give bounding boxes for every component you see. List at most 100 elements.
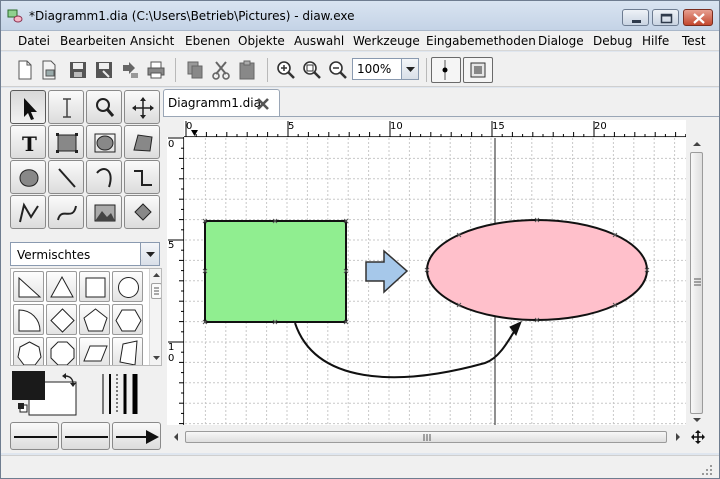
tab-diagramm1[interactable]: Diagramm1.dia	[163, 89, 280, 117]
zoom-dropdown-button[interactable]	[401, 59, 418, 79]
shape-heptagon[interactable]	[13, 337, 44, 365]
line-style-button[interactable]	[61, 422, 110, 450]
horizontal-scroll-thumb[interactable]	[185, 431, 667, 443]
paste-icon[interactable]	[236, 59, 258, 81]
beziergon-tool[interactable]	[10, 160, 46, 194]
horizontal-scrollbar[interactable]	[167, 429, 687, 445]
vertical-scrollbar[interactable]	[689, 138, 705, 425]
shape-square[interactable]	[79, 271, 110, 302]
vruler-label-10b: 0	[168, 353, 175, 364]
menu-eingabemethoden[interactable]: Eingabemethoden	[426, 34, 536, 48]
shapes-scrollbar[interactable]	[149, 269, 161, 365]
zoom-fit-icon[interactable]	[301, 59, 323, 81]
text-tool[interactable]: T	[10, 125, 46, 159]
title-bar: *Diagramm1.dia (C:\Users\Betrieb\Picture…	[1, 1, 719, 31]
shapes-scroll-thumb[interactable]	[151, 283, 161, 299]
menu-ansicht[interactable]: Ansicht	[130, 34, 174, 48]
close-tab-icon[interactable]	[256, 97, 270, 111]
line-tool[interactable]	[48, 160, 84, 194]
pointer-tool[interactable]	[10, 90, 46, 124]
end-arrow-button[interactable]	[112, 422, 161, 450]
arc-tool[interactable]	[86, 160, 122, 194]
menu-datei[interactable]: Datei	[18, 34, 50, 48]
zoom-in-icon[interactable]	[275, 59, 297, 81]
sheet-selector[interactable]: Vermischtes	[10, 242, 160, 266]
line-width-selector[interactable]	[97, 370, 147, 420]
polygon-tool[interactable]	[124, 125, 160, 159]
dia-app-icon	[7, 9, 23, 23]
text-cursor-icon	[63, 98, 71, 118]
hruler-label-20: 20	[594, 121, 607, 132]
shape-hexagon[interactable]	[112, 304, 143, 335]
color-selector[interactable]	[10, 368, 82, 420]
zoom-out-icon[interactable]	[327, 59, 349, 81]
box-tool[interactable]	[48, 125, 84, 159]
maximize-button[interactable]	[652, 9, 679, 26]
diagram-canvas[interactable]	[185, 138, 686, 425]
copy-icon[interactable]	[184, 59, 206, 81]
sheet-dropdown-button[interactable]	[140, 243, 159, 265]
snap-to-grid-button[interactable]	[431, 57, 461, 83]
cut-icon[interactable]	[210, 59, 232, 81]
hruler-label-0: 0	[186, 121, 193, 132]
green-rectangle[interactable]	[204, 220, 347, 323]
parallelogram-icon	[83, 345, 108, 362]
pink-ellipse[interactable]	[426, 219, 648, 321]
diagram-drawing[interactable]	[185, 138, 686, 425]
magnify-tool[interactable]	[86, 90, 122, 124]
menu-dialoge[interactable]: Dialoge	[538, 34, 584, 48]
scroll-left-icon[interactable]	[170, 429, 182, 445]
curved-connector[interactable]	[294, 322, 519, 379]
status-bar	[1, 455, 719, 478]
open-file-icon[interactable]	[39, 59, 61, 81]
shape-octagon[interactable]	[46, 337, 77, 365]
menu-test[interactable]: Test	[682, 34, 706, 48]
bezier-line-tool[interactable]	[48, 195, 84, 229]
scroll-tool[interactable]	[124, 90, 160, 124]
hruler-label-5: 5	[288, 121, 295, 132]
menu-ebenen[interactable]: Ebenen	[185, 34, 230, 48]
export-icon[interactable]	[119, 59, 141, 81]
shape-parallelogram[interactable]	[79, 337, 110, 365]
shape-trapezoid[interactable]	[112, 337, 143, 365]
print-icon[interactable]	[145, 59, 167, 81]
diamond-icon	[50, 308, 75, 333]
text-edit-tool[interactable]	[48, 90, 84, 124]
shape-quarter-circle[interactable]	[13, 304, 44, 335]
snap-to-objects-button[interactable]	[463, 57, 493, 83]
shape-right-triangle[interactable]	[13, 271, 44, 302]
scroll-right-icon[interactable]	[672, 429, 684, 445]
navigation-icon[interactable]	[691, 430, 705, 444]
blue-block-arrow[interactable]	[365, 249, 409, 294]
scroll-up-icon[interactable]	[689, 138, 705, 150]
menu-hilfe[interactable]: Hilfe	[642, 34, 669, 48]
minimize-button[interactable]	[622, 9, 649, 26]
zoom-value[interactable]: 100%	[357, 62, 391, 76]
scroll-down-icon[interactable]	[689, 415, 705, 425]
shape-triangle[interactable]	[46, 271, 77, 302]
close-button[interactable]	[683, 9, 713, 26]
menu-auswahl[interactable]: Auswahl	[294, 34, 344, 48]
save-icon[interactable]	[67, 59, 89, 81]
vertical-scroll-thumb[interactable]	[690, 152, 703, 414]
octagon-icon	[50, 341, 75, 365]
menu-bearbeiten[interactable]: Bearbeiten	[60, 34, 126, 48]
save-as-icon[interactable]	[93, 59, 115, 81]
shape-diamond[interactable]	[46, 304, 77, 335]
shape-circle[interactable]	[112, 271, 143, 302]
foreground-color-swatch[interactable]	[12, 371, 45, 400]
outline-tool[interactable]	[124, 195, 160, 229]
image-tool[interactable]	[86, 195, 122, 229]
resize-grip-icon[interactable]	[701, 464, 713, 476]
shape-pentagon[interactable]	[79, 304, 110, 335]
new-file-icon[interactable]	[14, 59, 36, 81]
zoom-combo[interactable]: 100%	[352, 58, 419, 80]
zigzag-line-tool[interactable]	[124, 160, 160, 194]
menu-debug[interactable]: Debug	[593, 34, 632, 48]
menu-objekte[interactable]: Objekte	[238, 34, 285, 48]
start-arrow-button[interactable]	[10, 422, 59, 450]
polyline-tool[interactable]	[10, 195, 46, 229]
toolbar-separator	[426, 58, 427, 82]
ellipse-tool[interactable]	[86, 125, 122, 159]
menu-werkzeuge[interactable]: Werkzeuge	[353, 34, 420, 48]
